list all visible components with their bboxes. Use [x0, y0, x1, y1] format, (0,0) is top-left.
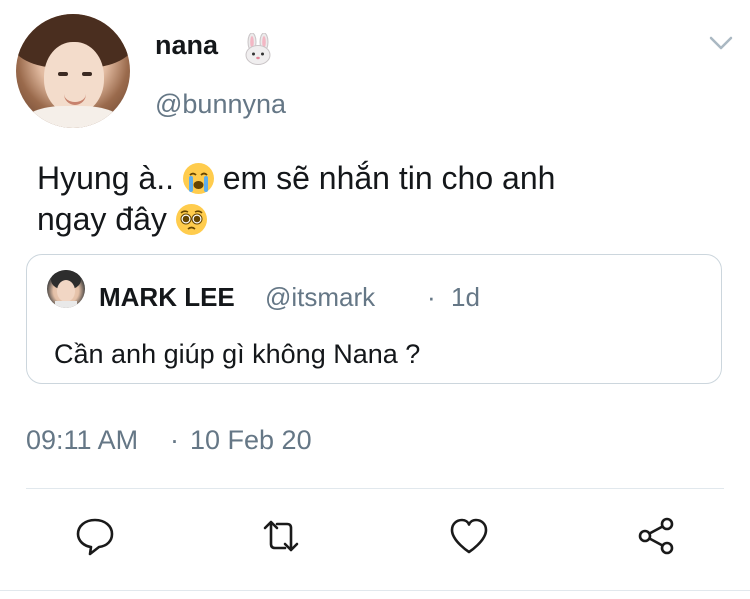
bottom-divider	[0, 590, 750, 591]
quoted-tweet-avatar[interactable]	[47, 270, 85, 308]
tweet-text: Hyung à.. em sẽ nhắn tin cho anh ngay đâ…	[37, 158, 717, 240]
timestamp-separator: ·	[170, 425, 179, 455]
quoted-tweet[interactable]: MARK LEE @itsmark · 1d Cần anh giúp gì k…	[26, 254, 722, 384]
chevron-down-icon[interactable]	[708, 34, 734, 52]
tweet-text-part-3: ngay đây	[37, 201, 167, 237]
display-name[interactable]: nana	[155, 30, 218, 61]
tweet-text-part-2: em sẽ nhắn tin cho anh	[222, 160, 556, 196]
quoted-tweet-separator: ·	[427, 282, 436, 312]
tweet-timestamp[interactable]: 09:11 AM	[26, 425, 138, 456]
tweet-text-part-1: Hyung à..	[37, 160, 174, 196]
tweet-date[interactable]: 10 Feb 20	[190, 425, 312, 456]
user-handle[interactable]: @bunnyna	[155, 89, 286, 120]
retweet-icon[interactable]	[259, 514, 303, 558]
like-icon[interactable]	[447, 514, 491, 558]
quoted-tweet-time[interactable]: 1d	[451, 282, 480, 313]
divider	[26, 488, 724, 489]
quoted-tweet-handle[interactable]: @itsmark	[265, 282, 375, 313]
profile-avatar[interactable]	[16, 14, 130, 128]
quoted-tweet-display-name[interactable]: MARK LEE	[99, 282, 235, 313]
loudly-crying-face-icon	[182, 163, 214, 194]
pleading-face-icon	[175, 204, 207, 235]
share-icon[interactable]	[634, 514, 678, 558]
reply-icon[interactable]	[73, 514, 117, 558]
rabbit-face-icon	[245, 33, 271, 65]
quoted-tweet-text: Cần anh giúp gì không Nana ?	[54, 339, 421, 369]
